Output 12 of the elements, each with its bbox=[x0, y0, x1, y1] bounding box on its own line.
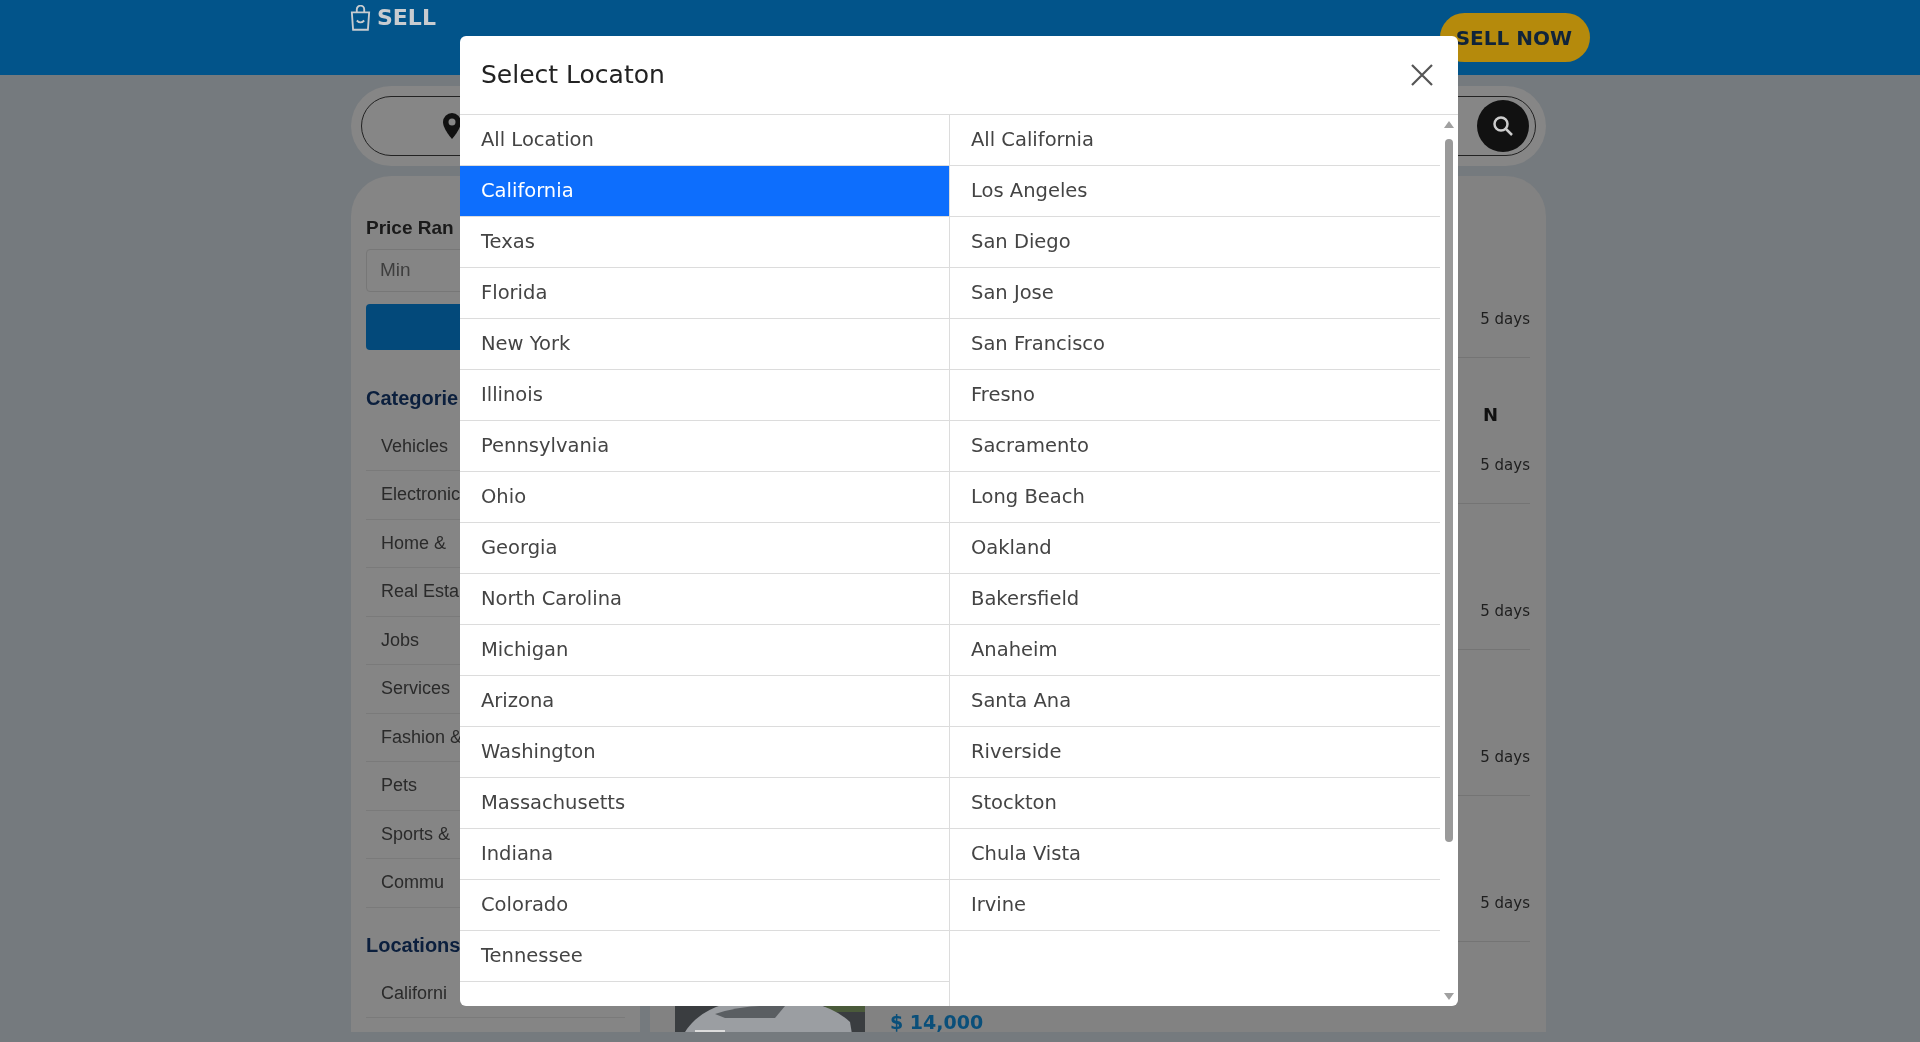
listing-age: 5 days bbox=[1480, 309, 1530, 331]
dialog-title: Select Locaton bbox=[481, 59, 665, 92]
listing-title: N bbox=[1482, 403, 1498, 427]
categories-heading: Categorie bbox=[366, 385, 459, 411]
locations-heading: Locations bbox=[366, 932, 461, 958]
listing-price: $ 14,000 bbox=[890, 1010, 984, 1032]
listing-age: 5 days bbox=[1480, 893, 1530, 915]
listing-age: 5 days bbox=[1480, 747, 1530, 769]
logo-text: SELL bbox=[377, 5, 436, 31]
listing-age: 5 days bbox=[1480, 455, 1530, 477]
listing-age: 5 days bbox=[1480, 601, 1530, 623]
price-range-label: Price Ran bbox=[366, 216, 454, 240]
